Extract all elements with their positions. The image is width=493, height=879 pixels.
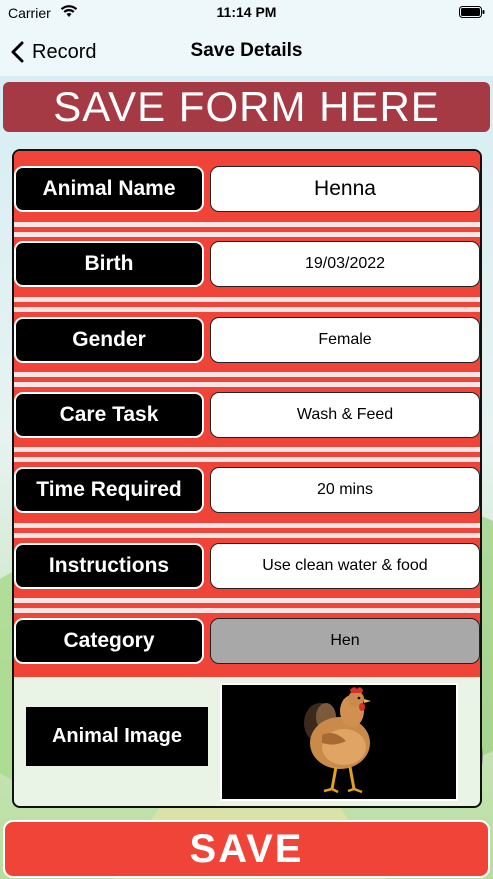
divider <box>14 372 480 377</box>
animal-name-field[interactable]: Henna <box>210 166 480 212</box>
battery-icon <box>459 6 485 18</box>
divider <box>14 533 480 538</box>
gender-field[interactable]: Female <box>210 317 480 363</box>
save-button-label: SAVE <box>189 826 304 871</box>
care-task-field[interactable]: Wash & Feed <box>210 392 480 438</box>
field-row-time-required: Time Required 20 mins <box>14 467 480 513</box>
divider <box>14 382 480 387</box>
care-task-label: Care Task <box>14 392 204 438</box>
field-row-gender: Gender Female <box>14 317 480 363</box>
divider <box>14 297 480 302</box>
field-row-animal-name: Animal Name Henna <box>14 166 480 212</box>
divider <box>14 232 480 237</box>
animal-image[interactable] <box>220 683 458 801</box>
nav-bar: Record Save Details <box>0 28 493 76</box>
birth-field[interactable]: 19/03/2022 <box>210 241 480 287</box>
divider <box>14 523 480 528</box>
divider <box>14 447 480 452</box>
hen-illustration <box>304 687 371 794</box>
instructions-label: Instructions <box>14 543 204 589</box>
field-row-category: Category Hen <box>14 618 480 664</box>
instructions-field[interactable]: Use clean water & food <box>210 543 480 589</box>
field-row-care-task: Care Task Wash & Feed <box>14 392 480 438</box>
save-button[interactable]: SAVE <box>3 820 490 878</box>
animal-name-label: Animal Name <box>14 166 204 212</box>
birth-label: Birth <box>14 241 204 287</box>
animal-form: Animal Name Henna Birth 19/03/2022 Gende… <box>12 149 482 808</box>
divider <box>14 598 480 603</box>
field-row-birth: Birth 19/03/2022 <box>14 241 480 287</box>
form-banner: SAVE FORM HERE <box>3 82 490 132</box>
banner-text: SAVE FORM HERE <box>53 83 440 130</box>
time-required-label: Time Required <box>14 467 204 513</box>
page-title: Save Details <box>190 40 303 61</box>
animal-image-label: Animal Image <box>26 707 208 766</box>
divider <box>14 608 480 613</box>
gender-label: Gender <box>14 317 204 363</box>
field-row-instructions: Instructions Use clean water & food <box>14 543 480 589</box>
status-bar: Carrier 11:14 PM <box>0 0 493 28</box>
time-required-field[interactable]: 20 mins <box>210 467 480 513</box>
divider <box>14 307 480 312</box>
category-field[interactable]: Hen <box>210 618 480 664</box>
status-time: 11:14 PM <box>216 4 277 20</box>
category-label: Category <box>14 618 204 664</box>
divider <box>14 457 480 462</box>
divider <box>14 222 480 227</box>
